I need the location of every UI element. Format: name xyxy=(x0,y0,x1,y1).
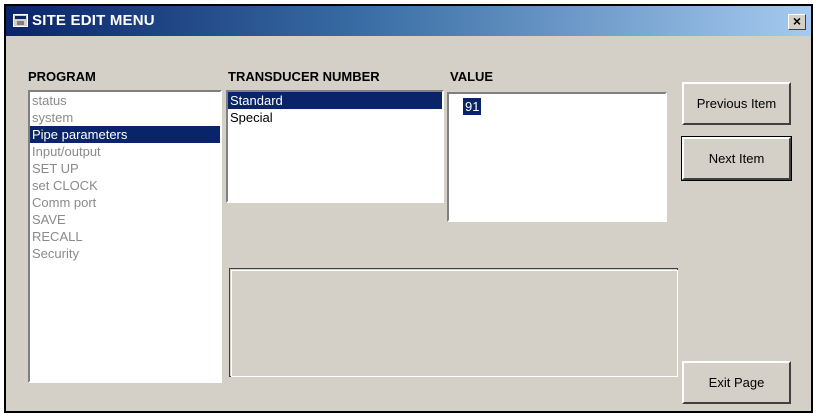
program-listbox[interactable]: status system Pipe parameters Input/outp… xyxy=(28,90,222,383)
transducer-listbox[interactable]: Standard Special xyxy=(226,90,444,203)
exit-page-button[interactable]: Exit Page xyxy=(682,361,791,404)
message-panel xyxy=(229,268,678,377)
next-item-button[interactable]: Next Item xyxy=(681,136,792,181)
list-item[interactable]: status xyxy=(30,92,220,109)
program-label: PROGRAM xyxy=(28,69,96,84)
list-item[interactable]: SAVE xyxy=(30,211,220,228)
window-icon xyxy=(13,14,28,27)
list-item[interactable]: system xyxy=(30,109,220,126)
transducer-label: TRANSDUCER NUMBER xyxy=(228,69,380,84)
site-edit-window: SITE EDIT MENU × PROGRAM status system P… xyxy=(4,4,813,413)
value-label: VALUE xyxy=(450,69,494,84)
list-item[interactable]: Security xyxy=(30,245,220,262)
list-item[interactable]: Comm port xyxy=(30,194,220,211)
window-title: SITE EDIT MENU xyxy=(32,12,155,29)
value-field[interactable]: 91 xyxy=(447,92,667,222)
list-item[interactable]: set CLOCK xyxy=(30,177,220,194)
list-item[interactable]: SET UP xyxy=(30,160,220,177)
list-item[interactable]: Input/output xyxy=(30,143,220,160)
previous-item-button[interactable]: Previous Item xyxy=(682,82,791,125)
list-item[interactable]: Special xyxy=(228,109,442,126)
close-button[interactable]: × xyxy=(788,14,806,30)
list-item-selected[interactable]: Standard xyxy=(228,92,442,109)
list-item-selected[interactable]: Pipe parameters xyxy=(30,126,220,143)
list-item[interactable]: RECALL xyxy=(30,228,220,245)
title-bar: SITE EDIT MENU × xyxy=(6,6,811,36)
value-text: 91 xyxy=(463,98,482,115)
